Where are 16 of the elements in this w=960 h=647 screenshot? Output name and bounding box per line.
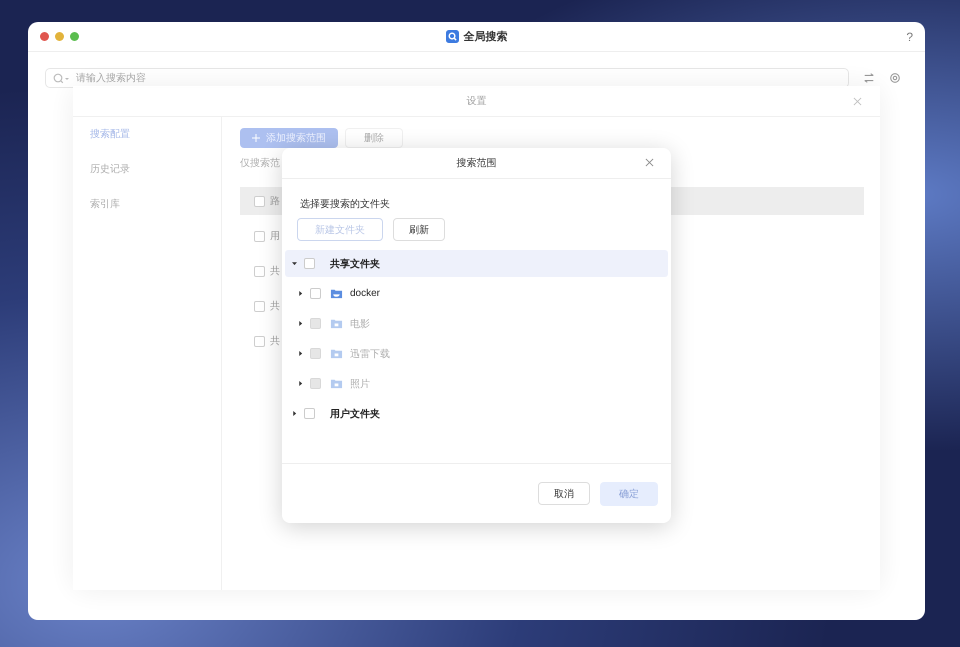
- folder-name: 用户文件夹: [330, 407, 380, 420]
- hint-text: 仅搜索范: [240, 156, 280, 170]
- scope-path: 路: [270, 195, 280, 208]
- folder-name: 电影: [350, 318, 370, 330]
- window-title: 全局搜索: [464, 30, 508, 44]
- scope-path: 共: [270, 300, 280, 313]
- folder-name: 迅雷下载: [350, 348, 390, 360]
- folder-name: 共享文件夹: [330, 257, 380, 270]
- folder-name: 照片: [350, 378, 370, 390]
- scope-path: 共: [270, 334, 280, 348]
- scope-path: 共: [270, 264, 280, 278]
- settings-title: 设置: [466, 94, 486, 108]
- scope-path: 用: [270, 230, 280, 243]
- instruction-text: 选择要搜索的文件夹: [300, 198, 391, 211]
- dialog-title: 搜索范围: [456, 156, 496, 170]
- folder-name: docker: [350, 288, 380, 299]
